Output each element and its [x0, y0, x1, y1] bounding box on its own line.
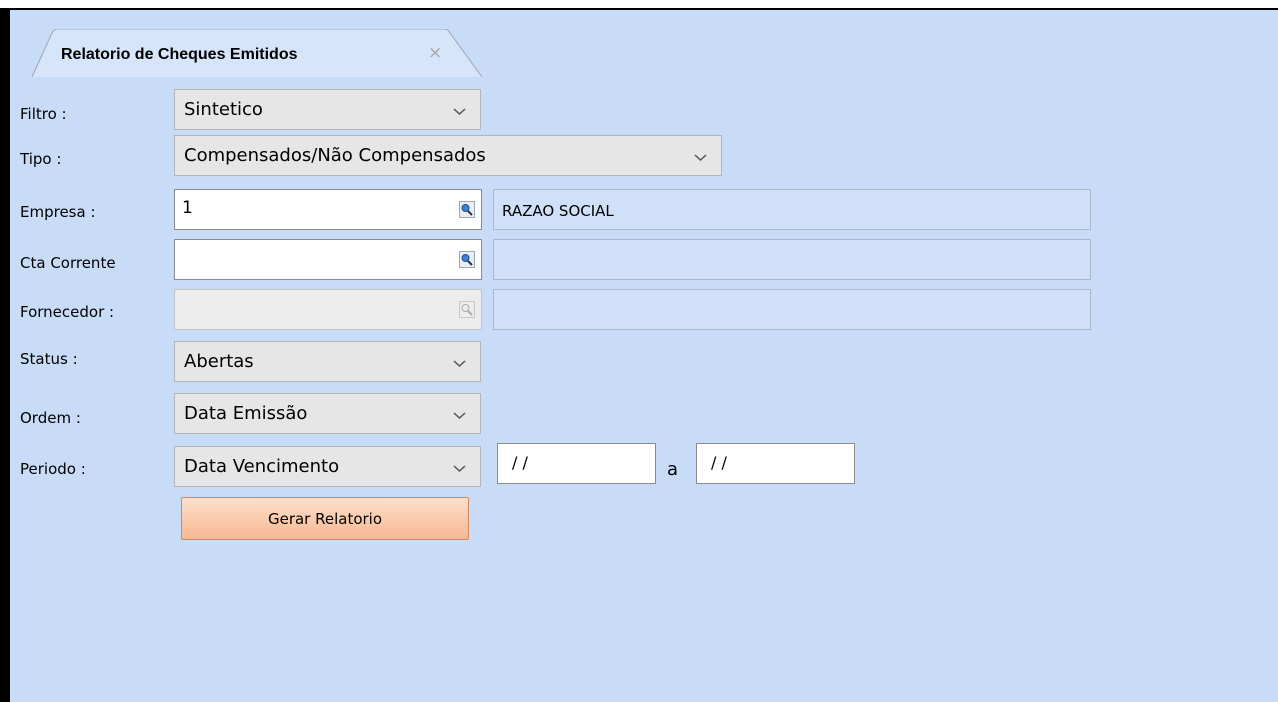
- cta-corrente-description: [493, 239, 1091, 280]
- ordem-select[interactable]: Data Emissão: [174, 393, 481, 434]
- tipo-label: Tipo :: [20, 150, 62, 168]
- filtro-label: Filtro :: [20, 105, 67, 123]
- filtro-value: Sintetico: [184, 99, 263, 120]
- cta-corrente-label: Cta Corrente: [20, 254, 116, 272]
- empresa-value: 1: [182, 198, 193, 218]
- chevron-down-icon: [694, 154, 707, 162]
- periodo-label: Periodo :: [20, 460, 86, 478]
- filtro-select[interactable]: Sintetico: [174, 89, 481, 130]
- date-from-input[interactable]: / /: [497, 443, 656, 484]
- periodo-value: Data Vencimento: [184, 456, 340, 477]
- ordem-value: Data Emissão: [184, 403, 308, 424]
- magnifier-icon: [459, 301, 475, 318]
- status-value: Abertas: [184, 351, 254, 372]
- tipo-value: Compensados/Não Compensados: [184, 145, 486, 166]
- magnifier-icon[interactable]: [459, 251, 475, 268]
- chevron-down-icon: [453, 412, 466, 420]
- chevron-down-icon: [453, 465, 466, 473]
- date-separator: a: [667, 459, 679, 480]
- chevron-down-icon: [453, 360, 466, 368]
- status-label: Status :: [20, 350, 78, 368]
- chevron-down-icon: [453, 108, 466, 116]
- periodo-select[interactable]: Data Vencimento: [174, 446, 481, 487]
- tab-title: Relatorio de Cheques Emitidos: [61, 46, 298, 63]
- empresa-input[interactable]: 1: [174, 189, 482, 230]
- status-select[interactable]: Abertas: [174, 341, 481, 382]
- empresa-description: RAZAO SOCIAL: [493, 189, 1091, 230]
- magnifier-icon[interactable]: [459, 201, 475, 218]
- fornecedor-description: [493, 289, 1091, 330]
- gerar-relatorio-button[interactable]: Gerar Relatorio: [181, 497, 469, 540]
- cta-corrente-input[interactable]: [174, 239, 482, 280]
- fornecedor-input: [174, 289, 482, 330]
- tipo-select[interactable]: Compensados/Não Compensados: [174, 135, 722, 176]
- empresa-label: Empresa :: [20, 203, 96, 221]
- close-icon[interactable]: ×: [428, 43, 442, 63]
- ordem-label: Ordem :: [20, 409, 81, 427]
- tab-relatorio[interactable]: Relatorio de Cheques Emitidos ×: [32, 29, 483, 77]
- fornecedor-label: Fornecedor :: [20, 303, 115, 321]
- date-to-input[interactable]: / /: [696, 443, 855, 484]
